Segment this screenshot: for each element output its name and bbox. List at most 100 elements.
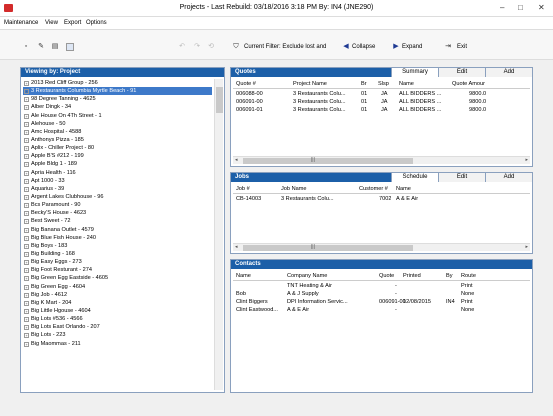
tab-schedule[interactable]: Schedule [391, 173, 438, 182]
minimize-button[interactable]: – [500, 3, 504, 12]
tree-item[interactable]: + Big Foot Resturant - 274 [23, 266, 212, 274]
table-row[interactable]: 006091-00 3 Restaurants Colu... 01 JA AL… [233, 98, 530, 106]
view-icon[interactable] [66, 43, 74, 51]
tree-item[interactable]: + Apple B'S #212 - 199 [23, 152, 212, 160]
table-row[interactable]: TNT Heating & Air - Print [233, 282, 530, 290]
tree-item[interactable]: + Big Lots East Orlando - 207 [23, 323, 212, 331]
expand-node-icon[interactable]: + [24, 227, 29, 233]
expand-node-icon[interactable]: + [24, 154, 29, 160]
expand-node-icon[interactable]: + [24, 89, 29, 95]
expand-node-icon[interactable]: + [24, 97, 29, 103]
tree-item[interactable]: + Big Banana Outlet - 4579 [23, 226, 212, 234]
tree-item[interactable]: + Ale House On 4Th Street - 1 [23, 112, 212, 120]
tree-item[interactable]: + Aplix - Chiller Project - 80 [23, 144, 212, 152]
menu-maintenance[interactable]: Maintenance [4, 20, 38, 26]
expand-node-icon[interactable]: + [24, 276, 29, 282]
jobs-hscroll-thumb[interactable] [243, 245, 413, 251]
col-project-name[interactable]: Project Name [293, 81, 327, 87]
tree-item[interactable]: + Big Lots #536 - 4566 [23, 315, 212, 323]
table-row[interactable]: Clint Eastwood... A & E Air - None [233, 306, 530, 314]
tab-jobs-add[interactable]: Add [485, 173, 532, 182]
tree-item[interactable]: + Big Building - 168 [23, 250, 212, 258]
col-contact-quote[interactable]: Quote [379, 273, 394, 279]
exit-button[interactable]: Exit [457, 44, 467, 50]
tree-item[interactable]: + Bcs Paramount - 90 [23, 201, 212, 209]
tree-item[interactable]: +3 Restaurants Columbia Myrtle Beach - 9… [23, 87, 212, 96]
tree-item[interactable]: +98 Degree Tanning - 4625 [23, 95, 212, 103]
tree-item[interactable]: + Big Blue Fish House - 240 [23, 234, 212, 242]
col-contact-name[interactable]: Name [236, 273, 251, 279]
scroll-right-icon[interactable]: ▸ [525, 244, 528, 250]
current-filter-label[interactable]: Current Filter: Exclude lost and [244, 44, 326, 50]
tree-item[interactable]: + Big Boys - 183 [23, 242, 212, 250]
scroll-left-icon[interactable]: ◂ [235, 244, 238, 250]
col-slsp[interactable]: Slsp [378, 81, 389, 87]
menu-export[interactable]: Export [64, 20, 81, 26]
table-row[interactable]: 006088-00 3 Restaurants Colu... 01 JA AL… [233, 90, 530, 98]
tree-item[interactable]: + Big Job - 4612 [23, 291, 212, 299]
expand-node-icon[interactable]: + [24, 325, 29, 331]
col-name[interactable]: Name [399, 81, 414, 87]
col-route[interactable]: Route [461, 273, 476, 279]
expand-node-icon[interactable]: + [24, 178, 29, 184]
col-quote-amount[interactable]: Quote Amour [452, 81, 485, 87]
tree-item[interactable]: + Apple Bldg 1 - 189 [23, 160, 212, 168]
maximize-button[interactable]: □ [518, 3, 523, 12]
tree-item[interactable]: +2013 Red Cliff Group - 256 [23, 79, 212, 87]
table-row[interactable]: Clint Biggers DPI Information Servic... 00… [233, 298, 530, 306]
tree-item[interactable]: + Apt 1000 - 33 [23, 177, 212, 185]
expand-node-icon[interactable]: + [24, 211, 29, 217]
expand-node-icon[interactable]: + [24, 186, 29, 192]
col-job-cust-name[interactable]: Name [396, 186, 411, 192]
project-tree[interactable]: +2013 Red Cliff Group - 256 +3 Restaurant… [23, 79, 212, 390]
expand-node-icon[interactable]: + [24, 317, 29, 323]
expand-node-icon[interactable]: + [24, 113, 29, 119]
undo-icon[interactable]: ↶ [178, 43, 186, 51]
tab-summary[interactable]: Summary [391, 68, 438, 77]
expand-node-icon[interactable]: + [24, 105, 29, 111]
table-row[interactable]: Bob A & J Supply - None [233, 290, 530, 298]
col-quote[interactable]: Quote # [236, 81, 256, 87]
tree-item[interactable]: + Big Maommas - 211 [23, 340, 212, 348]
tree-scrollbar[interactable] [214, 79, 223, 390]
expand-node-icon[interactable]: + [24, 219, 29, 225]
expand-node-icon[interactable]: + [24, 146, 29, 152]
tree-item[interactable]: + Big Green Egg - 4604 [23, 283, 212, 291]
jobs-hscrollbar[interactable]: ◂ ||| ▸ [233, 243, 530, 251]
expand-node-icon[interactable]: + [24, 194, 29, 200]
tree-scroll-thumb[interactable] [216, 87, 223, 113]
quotes-hscrollbar[interactable]: ◂ ||| ▸ [233, 156, 530, 164]
tree-item[interactable]: + Big Lots - 223 [23, 331, 212, 339]
tab-jobs-edit[interactable]: Edit [438, 173, 485, 182]
expand-node-icon[interactable]: + [24, 268, 29, 274]
tree-item[interactable]: + Amc Hospital - 4588 [23, 128, 212, 136]
new-icon[interactable]: ▫ [22, 43, 30, 51]
col-company[interactable]: Company Name [287, 273, 327, 279]
col-br[interactable]: Br [361, 81, 367, 87]
table-row[interactable]: 006091-01 3 Restaurants Colu... 01 JA AL… [233, 106, 530, 114]
expand-node-icon[interactable]: + [24, 300, 29, 306]
expand-node-icon[interactable]: + [24, 333, 29, 339]
expand-node-icon[interactable]: + [24, 81, 29, 86]
collapse-button[interactable]: Collapse [352, 44, 375, 50]
tree-item[interactable]: + Alehouse - 50 [23, 120, 212, 128]
expand-node-icon[interactable]: + [24, 284, 29, 290]
print-icon[interactable]: ▤ [51, 43, 59, 51]
tree-item[interactable]: + Becky'S House - 4623 [23, 209, 212, 217]
col-job-name[interactable]: Job Name [281, 186, 307, 192]
expand-node-icon[interactable]: + [24, 292, 29, 298]
col-by[interactable]: By [446, 273, 453, 279]
expand-node-icon[interactable]: + [24, 251, 29, 257]
col-job[interactable]: Job # [236, 186, 250, 192]
col-printed[interactable]: Printed [403, 273, 421, 279]
expand-node-icon[interactable]: + [24, 308, 29, 314]
redo-icon[interactable]: ↷ [193, 43, 201, 51]
tree-item[interactable]: + Aquarius - 39 [23, 185, 212, 193]
tree-item[interactable]: + Big K Mart - 204 [23, 299, 212, 307]
menu-options[interactable]: Options [86, 20, 107, 26]
close-button[interactable]: ✕ [538, 3, 545, 12]
tab-quotes-add[interactable]: Add [485, 68, 532, 77]
tree-item[interactable]: + Alber Dingk - 34 [23, 103, 212, 111]
menu-view[interactable]: View [45, 20, 58, 26]
tree-item[interactable]: + Big Green Egg Eastside - 4605 [23, 274, 212, 282]
